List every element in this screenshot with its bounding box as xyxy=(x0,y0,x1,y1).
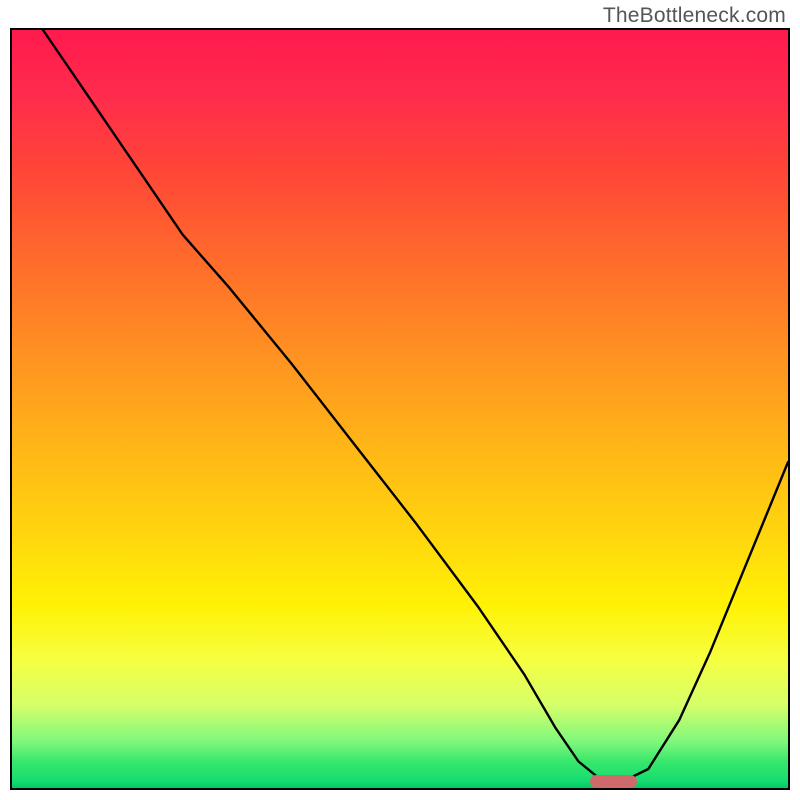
bottleneck-curve xyxy=(12,30,788,788)
watermark-text: TheBottleneck.com xyxy=(603,4,786,28)
chart-frame xyxy=(10,28,790,790)
optimal-range-marker xyxy=(590,775,637,788)
